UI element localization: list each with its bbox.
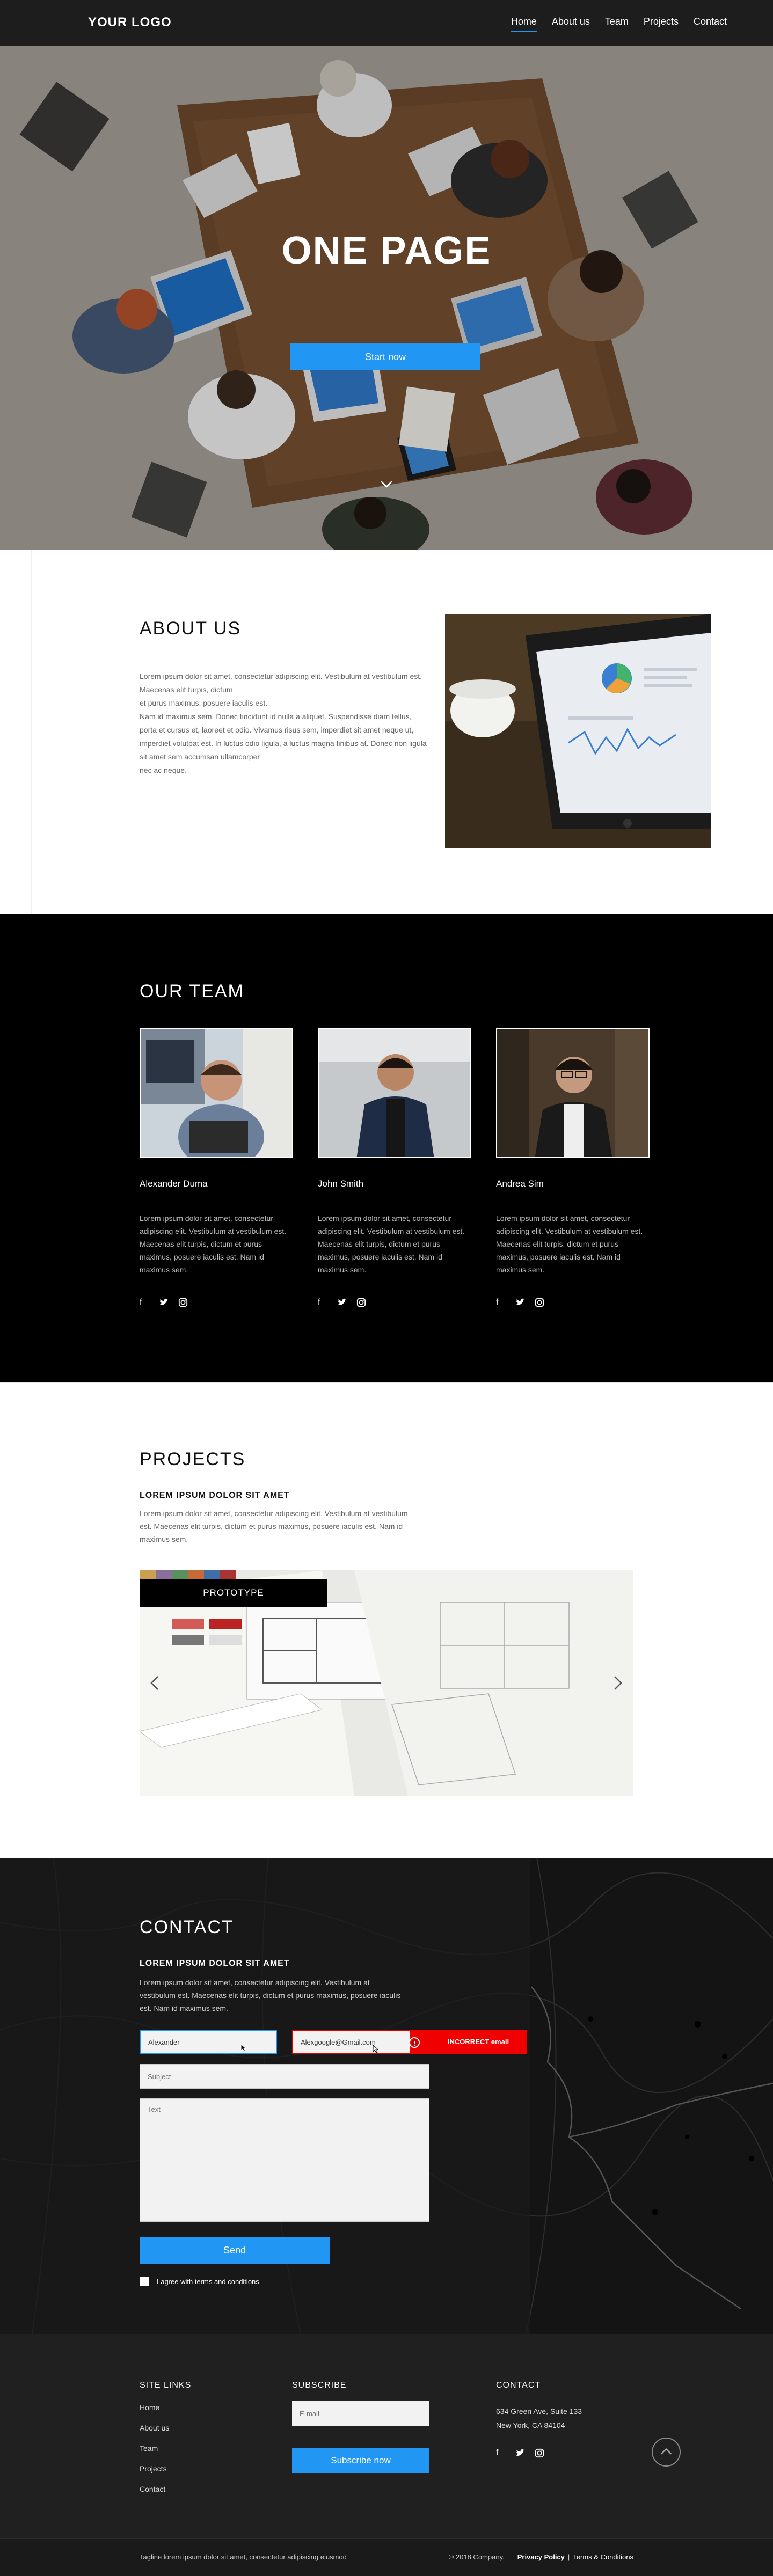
hero-title: ONE PAGE	[281, 229, 492, 272]
hero-background-image	[0, 46, 773, 550]
terms-conditions-link[interactable]: Terms & Conditions	[573, 2553, 633, 2561]
team-section: OUR TEAM Alexander Duma Lorem ipsum dolo…	[0, 914, 773, 1382]
nav-about-us[interactable]: About us	[552, 16, 590, 32]
about-section: ABOUT US Lorem ipsum dolor sit amet, con…	[0, 550, 773, 914]
mouse-cursor-icon	[240, 2044, 247, 2052]
team-title: OUR TEAM	[140, 981, 244, 1001]
member-name: John Smith	[318, 1179, 364, 1189]
member-name: Alexander Duma	[140, 1179, 208, 1189]
terms-agreement: I agree with terms and conditions	[140, 2277, 259, 2286]
member-social-links: f	[140, 1298, 293, 1307]
projects-subtitle: LOREM IPSUM DOLOR SIT AMET	[140, 1491, 290, 1500]
projects-title: PROJECTS	[140, 1449, 246, 1469]
contact-subtitle: LOREM IPSUM DOLOR SIT AMET	[140, 1959, 290, 1968]
instagram-icon[interactable]	[178, 1298, 188, 1307]
bottom-bar: Tagline lorem ipsum dolor sit amet, cons…	[0, 2538, 773, 2576]
nav-projects[interactable]: Projects	[644, 16, 679, 32]
chevron-left-icon[interactable]	[147, 1672, 163, 1694]
subject-input[interactable]	[140, 2064, 429, 2089]
project-badge: PROTOTYPE	[140, 1579, 327, 1607]
footer-link-about-us[interactable]: About us	[140, 2424, 169, 2432]
projects-text: Lorem ipsum dolor sit amet, consectetur …	[140, 1509, 408, 1543]
subscribe-email-input[interactable]	[292, 2401, 429, 2426]
logo[interactable]: YOUR LOGO	[88, 15, 172, 30]
about-text: Lorem ipsum dolor sit amet, consectetur …	[140, 672, 427, 774]
chevron-down-icon[interactable]	[379, 477, 394, 492]
footer-contact-title: CONTACT	[496, 2381, 541, 2390]
error-icon: !	[409, 2037, 420, 2048]
message-textarea[interactable]	[140, 2098, 429, 2222]
member-photo	[496, 1028, 650, 1158]
contact-title: CONTACT	[140, 1917, 234, 1937]
terms-checkbox[interactable]	[140, 2277, 149, 2286]
email-error-message: INCORRECT email	[410, 2030, 527, 2054]
map-background	[0, 1858, 773, 2334]
copyright: © 2018 Company.	[448, 2553, 505, 2561]
facebook-icon[interactable]: f	[140, 1298, 149, 1307]
member-bio: Lorem ipsum dolor sit amet, consectetur …	[140, 1214, 287, 1274]
twitter-icon[interactable]	[159, 1298, 169, 1307]
facebook-icon[interactable]: f	[318, 1298, 327, 1307]
subscribe-button[interactable]: Subscribe now	[292, 2448, 429, 2473]
twitter-icon[interactable]	[515, 2448, 525, 2458]
team-member-card: Alexander Duma Lorem ipsum dolor sit ame…	[140, 1028, 293, 1307]
footer: SITE LINKS Home About us Team Projects C…	[0, 2334, 773, 2538]
chevron-right-icon[interactable]	[609, 1672, 625, 1694]
address: 634 Green Ave, Suite 133 New York, CA 84…	[496, 2404, 582, 2432]
facebook-icon[interactable]: f	[496, 1298, 506, 1307]
footer-link-home[interactable]: Home	[140, 2403, 169, 2412]
instagram-icon[interactable]	[356, 1298, 366, 1307]
footer-link-projects[interactable]: Projects	[140, 2464, 169, 2473]
member-social-links: f	[318, 1298, 471, 1307]
privacy-policy-link[interactable]: Privacy Policy	[517, 2553, 565, 2561]
site-links-title: SITE LINKS	[140, 2381, 192, 2390]
footer-link-team[interactable]: Team	[140, 2444, 169, 2453]
separator: |	[567, 2553, 570, 2561]
chevron-up-icon[interactable]	[652, 2438, 681, 2467]
member-name: Andrea Sim	[496, 1179, 544, 1189]
about-title: ABOUT US	[140, 618, 242, 639]
member-photo	[140, 1028, 293, 1158]
twitter-icon[interactable]	[515, 1298, 525, 1307]
member-bio: Lorem ipsum dolor sit amet, consectetur …	[318, 1214, 465, 1274]
legal-links: © 2018 Company. Privacy Policy | Terms &…	[449, 2553, 633, 2561]
mouse-cursor-icon	[373, 2045, 379, 2053]
tagline: Tagline lorem ipsum dolor sit amet, cons…	[140, 2553, 347, 2561]
member-social-links: f	[496, 1298, 650, 1307]
instagram-icon[interactable]	[535, 1298, 544, 1307]
contact-section: CONTACT LOREM IPSUM DOLOR SIT AMET Lorem…	[0, 1858, 773, 2334]
send-button[interactable]: Send	[140, 2237, 330, 2264]
about-image-tablet	[445, 614, 711, 848]
agree-label: I agree with	[157, 2277, 193, 2286]
team-member-card: John Smith Lorem ipsum dolor sit amet, c…	[318, 1028, 471, 1307]
project-carousel[interactable]: PROTOTYPE	[140, 1570, 633, 1796]
subscribe-title: SUBSCRIBE	[292, 2381, 347, 2390]
address-line: New York, CA 84104	[496, 2421, 565, 2429]
divider	[0, 1382, 773, 1383]
nav-contact[interactable]: Contact	[694, 16, 727, 32]
facebook-icon[interactable]: f	[496, 2448, 506, 2458]
terms-link[interactable]: terms and conditions	[195, 2278, 259, 2286]
member-photo	[318, 1028, 471, 1158]
member-bio: Lorem ipsum dolor sit amet, consectetur …	[496, 1214, 643, 1274]
nav-home[interactable]: Home	[511, 16, 537, 32]
start-now-button[interactable]: Start now	[290, 343, 480, 370]
contact-text: Lorem ipsum dolor sit amet, consectetur …	[140, 1978, 401, 2012]
nav-team[interactable]: Team	[605, 16, 629, 32]
footer-social-links: f	[496, 2448, 544, 2458]
name-input[interactable]	[140, 2030, 277, 2054]
divider	[31, 550, 32, 914]
instagram-icon[interactable]	[535, 2448, 544, 2458]
projects-section: PROJECTS LOREM IPSUM DOLOR SIT AMET Lore…	[0, 1382, 773, 1858]
twitter-icon[interactable]	[337, 1298, 347, 1307]
footer-links: Home About us Team Projects Contact	[140, 2403, 169, 2493]
footer-link-contact[interactable]: Contact	[140, 2485, 169, 2493]
address-line: 634 Green Ave, Suite 133	[496, 2407, 582, 2416]
nav-links: Home About us Team Projects Contact	[511, 16, 727, 32]
top-nav: YOUR LOGO Home About us Team Projects Co…	[0, 0, 773, 46]
hero-section: ONE PAGE Start now	[0, 46, 773, 550]
team-member-card: Andrea Sim Lorem ipsum dolor sit amet, c…	[496, 1028, 650, 1307]
